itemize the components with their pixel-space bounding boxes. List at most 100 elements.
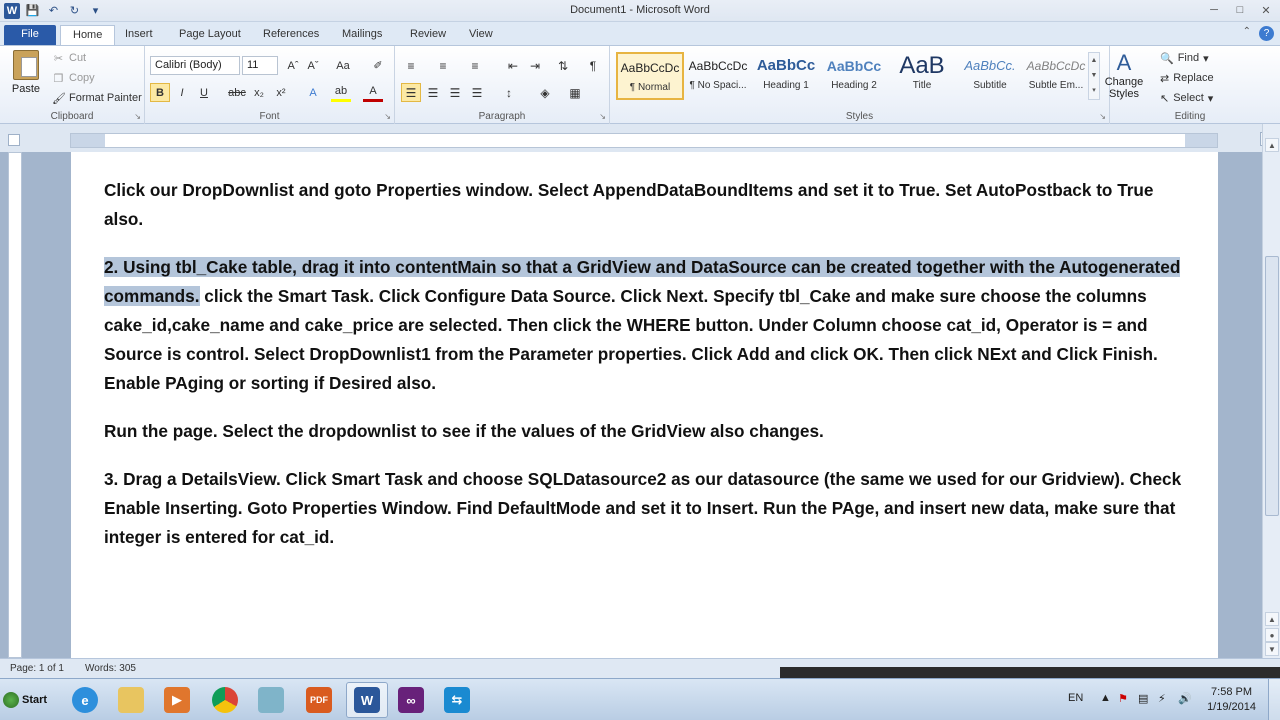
style-no-spacing[interactable]: AaBbCcDc ¶ No Spaci...: [684, 52, 752, 100]
vertical-scrollbar[interactable]: ▲ ▲ ● ▼: [1262, 124, 1280, 658]
teamviewer-taskbar-button[interactable]: ⇆: [436, 682, 478, 718]
bold-icon[interactable]: B: [150, 83, 170, 102]
change-styles-button[interactable]: A Change Styles: [1102, 50, 1146, 100]
scroll-down-icon[interactable]: ▼: [1265, 642, 1279, 656]
horizontal-ruler[interactable]: [70, 133, 1218, 148]
explorer-taskbar-button[interactable]: [110, 682, 152, 718]
tab-review[interactable]: Review: [398, 25, 458, 45]
app-taskbar-button[interactable]: [250, 682, 292, 718]
tab-insert[interactable]: Insert: [113, 25, 165, 45]
page-count[interactable]: Page: 1 of 1: [10, 663, 64, 674]
shrink-font-icon[interactable]: Aˇ: [303, 56, 323, 75]
maximize-icon[interactable]: □: [1232, 2, 1248, 18]
style-normal[interactable]: AaBbCcDc ¶ Normal: [616, 52, 684, 100]
action-center-icon[interactable]: ⚑: [1118, 692, 1128, 705]
show-marks-icon[interactable]: ¶: [583, 56, 603, 75]
sort-icon[interactable]: ⇅: [553, 56, 573, 75]
customize-qat-icon[interactable]: ▾: [87, 2, 104, 19]
show-hidden-icons-icon[interactable]: ▲: [1100, 692, 1111, 704]
subscript-icon[interactable]: x₂: [249, 83, 269, 102]
style-subtle-emphasis[interactable]: AaBbCcDc Subtle Em...: [1022, 52, 1090, 100]
clipboard-launcher-icon[interactable]: ↘: [134, 112, 141, 121]
decrease-indent-icon[interactable]: ⇤: [503, 56, 523, 75]
ie-taskbar-button[interactable]: e: [64, 682, 106, 718]
visual-studio-taskbar-button[interactable]: ∞: [390, 682, 432, 718]
format-painter-button[interactable]: 🖌 Format Painter: [52, 89, 142, 107]
scrollbar-thumb[interactable]: [1265, 256, 1279, 516]
underline-icon[interactable]: U: [194, 83, 214, 102]
tab-view[interactable]: View: [457, 25, 505, 45]
save-icon[interactable]: 💾: [24, 2, 41, 19]
paragraph-launcher-icon[interactable]: ↘: [599, 112, 606, 121]
page[interactable]: Click our DropDownlist and goto Properti…: [71, 152, 1218, 658]
power-icon[interactable]: ⚡: [1158, 692, 1166, 705]
align-left-icon[interactable]: ☰: [401, 83, 421, 102]
start-button[interactable]: Start: [3, 688, 53, 712]
show-desktop-button[interactable]: [1268, 679, 1280, 720]
shading-icon[interactable]: ◈: [535, 83, 555, 102]
minimize-ribbon-icon[interactable]: ⌃: [1243, 26, 1251, 41]
styles-launcher-icon[interactable]: ↘: [1099, 112, 1106, 121]
font-color-icon[interactable]: A: [363, 83, 383, 102]
change-case-icon[interactable]: Aa: [333, 56, 353, 75]
chevron-down-icon: ▾: [1207, 92, 1214, 105]
clock[interactable]: 7:58 PM 1/19/2014: [1207, 685, 1256, 715]
tab-home[interactable]: Home: [60, 25, 116, 45]
multilevel-list-icon[interactable]: ≡: [465, 56, 485, 75]
style-title[interactable]: AaB Title: [888, 52, 956, 100]
minimize-icon[interactable]: ─: [1206, 2, 1222, 18]
chrome-taskbar-button[interactable]: [204, 682, 246, 718]
scroll-up-icon[interactable]: ▲: [1265, 138, 1279, 152]
replace-button[interactable]: ⇄ Replace: [1160, 69, 1214, 87]
font-size-select[interactable]: 11: [242, 56, 278, 75]
font-name-select[interactable]: Calibri (Body): [150, 56, 240, 75]
word-count[interactable]: Words: 305: [85, 663, 136, 674]
vertical-ruler[interactable]: [8, 152, 22, 658]
select-button[interactable]: ↖ Select ▾: [1160, 89, 1213, 107]
help-icon[interactable]: ?: [1259, 26, 1274, 41]
tab-references[interactable]: References: [251, 25, 331, 45]
grow-font-icon[interactable]: Aˆ: [283, 56, 303, 75]
word-taskbar-button[interactable]: W: [346, 682, 388, 718]
volume-icon[interactable]: 🔊: [1178, 692, 1192, 705]
style-heading-2[interactable]: AaBbCc Heading 2: [820, 52, 888, 100]
close-icon[interactable]: ✕: [1258, 2, 1274, 18]
tab-mailings[interactable]: Mailings: [330, 25, 394, 45]
media-player-taskbar-button[interactable]: ▶: [156, 682, 198, 718]
undo-icon[interactable]: ↶: [45, 2, 62, 19]
redo-icon[interactable]: ↻: [66, 2, 83, 19]
highlight-color-icon[interactable]: ab: [331, 83, 351, 102]
clear-formatting-icon[interactable]: ✐: [368, 56, 388, 75]
tab-file[interactable]: File: [4, 25, 56, 45]
strikethrough-icon[interactable]: abc: [227, 83, 247, 102]
font-launcher-icon[interactable]: ↘: [384, 112, 391, 121]
line-spacing-icon[interactable]: ↕: [499, 83, 519, 102]
network-icon[interactable]: ▤: [1138, 692, 1148, 705]
tab-page-layout[interactable]: Page Layout: [167, 25, 253, 45]
align-right-icon[interactable]: ☰: [445, 83, 465, 102]
align-center-icon[interactable]: ☰: [423, 83, 443, 102]
prev-page-icon[interactable]: ▲: [1265, 612, 1279, 626]
style-subtitle[interactable]: AaBbCc. Subtitle: [956, 52, 1024, 100]
pdf-taskbar-button[interactable]: PDF: [298, 682, 340, 718]
italic-icon[interactable]: I: [172, 83, 192, 102]
ribbon: Paste ✂ Cut ❐ Copy 🖌 Format Painter Clipboa…: [0, 45, 1280, 124]
document-body[interactable]: Click our DropDownlist and goto Properti…: [104, 176, 1189, 571]
cut-button[interactable]: ✂ Cut: [52, 49, 86, 67]
styles-scroll-control[interactable]: ▲ ▼ ▾: [1088, 52, 1100, 100]
language-indicator[interactable]: EN: [1068, 692, 1083, 704]
text-effects-icon[interactable]: A: [303, 83, 323, 102]
style-heading-1[interactable]: AaBbCc Heading 1: [752, 52, 820, 100]
numbering-icon[interactable]: ≡: [433, 56, 453, 75]
increase-indent-icon[interactable]: ⇥: [525, 56, 545, 75]
bullets-icon[interactable]: ≡: [401, 56, 421, 75]
word-app-icon[interactable]: W: [4, 2, 20, 19]
paste-button[interactable]: Paste: [8, 50, 44, 106]
tab-selector[interactable]: [8, 134, 20, 146]
copy-button[interactable]: ❐ Copy: [52, 69, 95, 87]
superscript-icon[interactable]: x²: [271, 83, 291, 102]
borders-icon[interactable]: ▦: [565, 83, 585, 102]
browse-object-icon[interactable]: ●: [1265, 628, 1279, 642]
find-button[interactable]: 🔍 Find ▾: [1160, 49, 1209, 67]
justify-icon[interactable]: ☰: [467, 83, 487, 102]
